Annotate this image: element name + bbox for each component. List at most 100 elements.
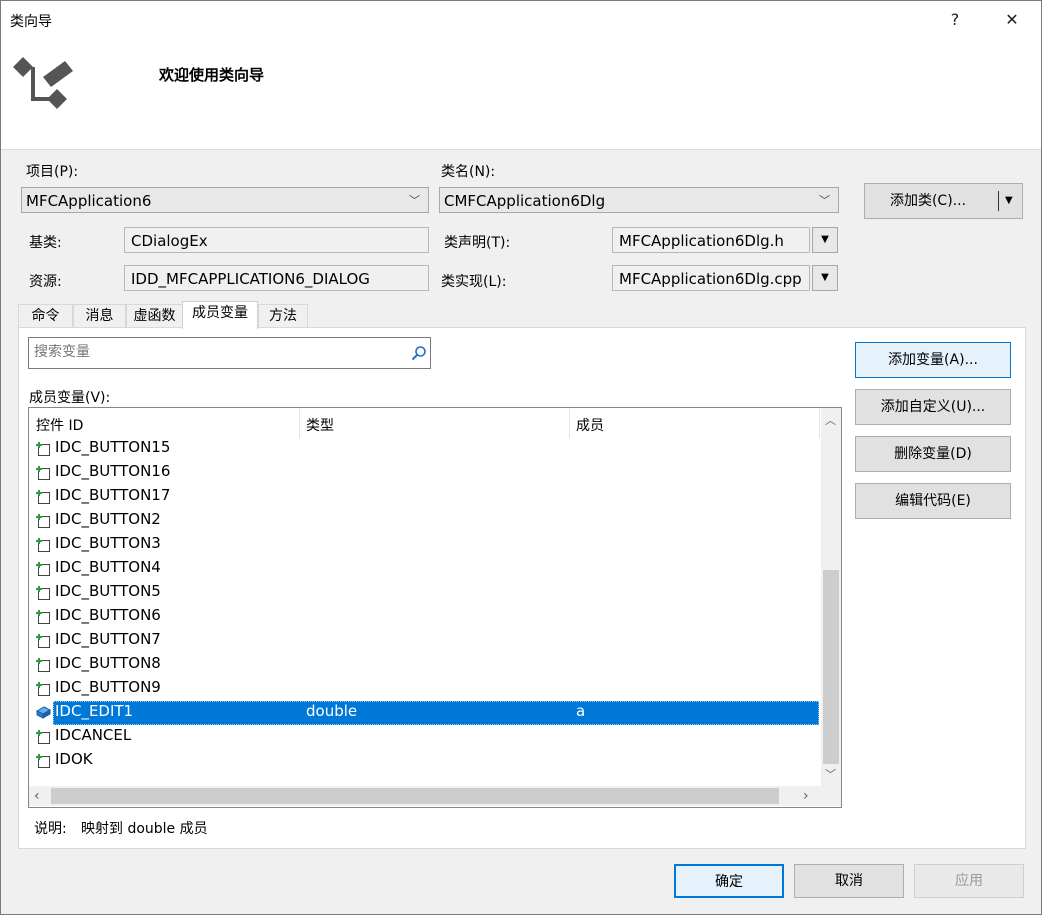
control-add-icon [35, 536, 51, 553]
row-control-id: IDC_BUTTON4 [55, 558, 161, 576]
edit-code-button[interactable]: 编辑代码(E) [855, 483, 1011, 519]
class-implementation-value: MFCApplication6Dlg.cpp [619, 270, 802, 288]
description-text: 映射到 double 成员 [81, 821, 208, 837]
control-add-icon [35, 512, 51, 529]
scroll-left-icon[interactable]: ‹ [34, 788, 40, 804]
table-row[interactable]: IDOK [29, 749, 821, 773]
list-header: 控件 ID 类型 成员 [29, 408, 821, 438]
table-row[interactable]: IDC_BUTTON15 [29, 437, 821, 461]
classname-value: CMFCApplication6Dlg [444, 192, 606, 210]
project-label: 项目(P): [26, 164, 79, 180]
row-control-id: IDC_EDIT1 [55, 702, 134, 720]
ok-button[interactable]: 确定 [674, 864, 784, 898]
add-custom-button[interactable]: 添加自定义(U)... [855, 389, 1011, 425]
selection-highlight [53, 701, 819, 725]
tab-commands[interactable]: 命令 [18, 304, 73, 328]
control-add-icon [35, 656, 51, 673]
help-button[interactable]: ? [941, 7, 969, 33]
vertical-scroll-thumb[interactable] [823, 570, 839, 764]
table-row[interactable]: IDC_BUTTON7 [29, 629, 821, 653]
column-header-control-id[interactable]: 控件 ID [36, 415, 83, 435]
table-row[interactable]: IDC_BUTTON6 [29, 605, 821, 629]
control-add-icon [35, 728, 51, 745]
declaration-dropdown-button[interactable]: ▼ [812, 227, 838, 253]
header-banner: 欢迎使用类向导 [1, 39, 1041, 150]
row-control-id: IDC_BUTTON9 [55, 678, 161, 696]
implementation-dropdown-button[interactable]: ▼ [812, 265, 838, 291]
split-divider [998, 191, 999, 211]
control-add-icon [35, 584, 51, 601]
resource-field: IDD_MFCAPPLICATION6_DIALOG [124, 265, 429, 291]
delete-variable-button[interactable]: 删除变量(D) [855, 436, 1011, 472]
table-row[interactable]: IDC_BUTTON17 [29, 485, 821, 509]
add-class-button[interactable]: 添加类(C)... [865, 184, 991, 218]
row-control-id: IDC_BUTTON15 [55, 438, 171, 456]
horizontal-scrollbar[interactable]: ‹ › [29, 786, 821, 806]
resource-label: 资源: [29, 274, 62, 290]
table-row[interactable]: IDC_BUTTON5 [29, 581, 821, 605]
tab-methods[interactable]: 方法 [258, 304, 308, 328]
table-row[interactable]: IDCANCEL [29, 725, 821, 749]
class-implementation-label: 类实现(L): [441, 274, 507, 290]
add-variable-button[interactable]: 添加变量(A)... [855, 342, 1011, 378]
search-box[interactable] [28, 337, 431, 369]
search-input[interactable] [32, 343, 406, 361]
control-add-icon [35, 608, 51, 625]
row-control-id: IDC_BUTTON8 [55, 654, 161, 672]
project-value: MFCApplication6 [26, 192, 152, 210]
chevron-down-icon: ﹀ [409, 194, 420, 207]
add-class-split-button[interactable]: 添加类(C)... ▼ [864, 183, 1023, 219]
row-control-id: IDC_BUTTON16 [55, 462, 171, 480]
class-wizard-logo-icon [13, 57, 73, 109]
chevron-down-icon: ﹀ [819, 194, 830, 207]
scroll-right-icon[interactable]: › [803, 788, 809, 804]
class-declaration-value: MFCApplication6Dlg.h [619, 232, 784, 250]
tab-messages[interactable]: 消息 [73, 304, 126, 328]
member-variables-list[interactable]: 控件 ID 类型 成员 IDC_BUTTON15 IDC_BUTTON16 IDC_… [28, 407, 842, 808]
close-button[interactable]: ✕ [998, 7, 1026, 33]
row-control-id: IDOK [55, 750, 93, 768]
table-row[interactable]: IDC_BUTTON2 [29, 509, 821, 533]
table-row[interactable]: IDC_EDIT1 double a [29, 701, 821, 725]
scroll-up-icon[interactable]: ︿ [825, 412, 836, 428]
search-icon[interactable] [411, 345, 427, 361]
control-add-icon [35, 488, 51, 505]
base-class-label: 基类: [29, 235, 62, 251]
control-add-icon [35, 464, 51, 481]
column-divider[interactable] [569, 408, 570, 438]
row-control-id: IDC_BUTTON2 [55, 510, 161, 528]
table-row[interactable]: IDC_BUTTON16 [29, 461, 821, 485]
control-add-icon [35, 680, 51, 697]
dropdown-arrow-icon[interactable]: ▼ [1005, 184, 1013, 218]
control-add-icon [35, 560, 51, 577]
class-wizard-dialog: 类向导 ? ✕ 欢迎使用类向导 项目(P): MFCApplication6 ﹀… [0, 0, 1042, 915]
row-control-id: IDCANCEL [55, 726, 132, 744]
table-row[interactable]: IDC_BUTTON4 [29, 557, 821, 581]
table-row[interactable]: IDC_BUTTON8 [29, 653, 821, 677]
row-control-id: IDC_BUTTON5 [55, 582, 161, 600]
column-header-type[interactable]: 类型 [306, 415, 334, 435]
window-title: 类向导 [10, 14, 52, 30]
resource-value: IDD_MFCAPPLICATION6_DIALOG [131, 270, 370, 288]
apply-button[interactable]: 应用 [914, 864, 1024, 898]
scrollbar-corner [821, 786, 841, 806]
row-control-id: IDC_BUTTON6 [55, 606, 161, 624]
row-control-id: IDC_BUTTON3 [55, 534, 161, 552]
scroll-down-icon[interactable]: ﹀ [825, 766, 836, 782]
classname-combo[interactable]: CMFCApplication6Dlg ﹀ [439, 187, 839, 213]
tab-virtual-functions[interactable]: 虚函数 [126, 304, 183, 328]
tab-member-variables[interactable]: 成员变量 [182, 301, 258, 329]
column-header-member[interactable]: 成员 [576, 415, 604, 435]
control-add-icon [35, 440, 51, 457]
column-divider[interactable] [299, 408, 300, 438]
table-row[interactable]: IDC_BUTTON3 [29, 533, 821, 557]
vertical-scrollbar[interactable]: ︿ ﹀ [821, 408, 841, 788]
horizontal-scroll-thumb[interactable] [51, 788, 779, 804]
class-declaration-field: MFCApplication6Dlg.h [612, 227, 810, 253]
cancel-button[interactable]: 取消 [794, 864, 904, 898]
table-row[interactable]: IDC_BUTTON9 [29, 677, 821, 701]
project-combo[interactable]: MFCApplication6 ﹀ [21, 187, 429, 213]
class-implementation-field: MFCApplication6Dlg.cpp [612, 265, 810, 291]
column-divider [819, 408, 820, 438]
control-add-icon [35, 632, 51, 649]
